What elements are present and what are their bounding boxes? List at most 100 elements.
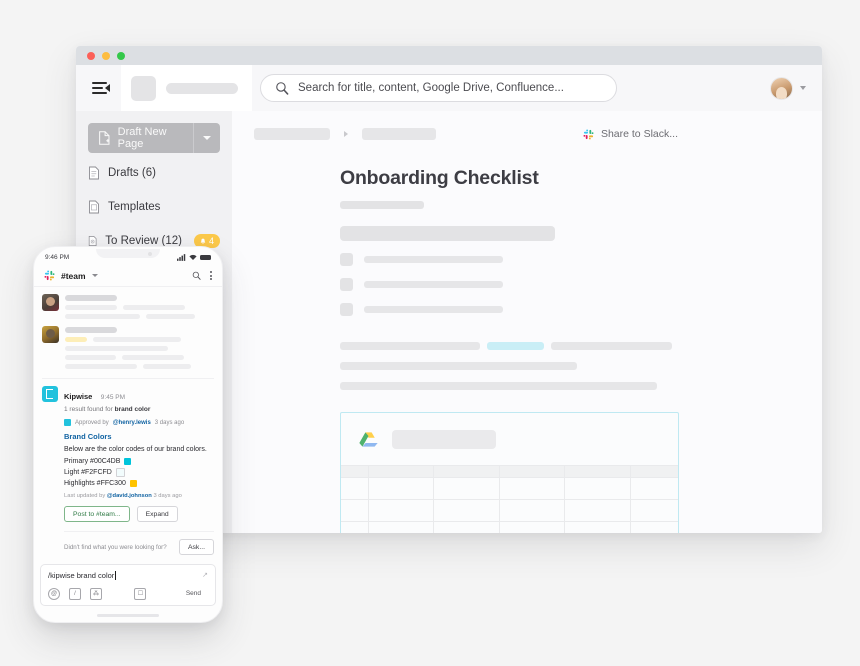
avatar[interactable] [770, 77, 793, 100]
table-header-cell [565, 466, 631, 477]
expand-icon[interactable]: ↗ [202, 571, 208, 579]
table-cell[interactable] [434, 500, 500, 521]
table-cell[interactable] [565, 522, 631, 533]
breadcrumb-item-placeholder[interactable] [254, 128, 330, 140]
search-icon [275, 81, 289, 95]
document-icon [88, 166, 100, 180]
sidebar-collapse-icon[interactable] [92, 81, 109, 95]
channel-name[interactable]: #team [61, 271, 86, 281]
bell-icon [200, 238, 206, 245]
avatar[interactable] [42, 294, 59, 311]
breadcrumb: Share to Slack... [232, 125, 822, 143]
table-row[interactable] [341, 477, 678, 499]
kebab-menu-icon[interactable] [210, 271, 212, 280]
brand-color-row: Primary #00C4DB [64, 458, 214, 465]
draft-new-page-main[interactable]: Draft New Page [88, 123, 193, 153]
mention-icon[interactable]: @ [48, 588, 60, 600]
share-to-slack-button[interactable]: Share to Slack... [583, 128, 800, 140]
text-placeholder [551, 342, 672, 350]
kipwise-header: Kipwise 9:45 PM 1 result found for brand… [42, 386, 214, 413]
spreadsheet-grid[interactable] [341, 465, 678, 533]
google-drive-embed-card[interactable] [340, 412, 679, 533]
chevron-down-icon[interactable] [92, 274, 98, 277]
draft-new-page-button[interactable]: Draft New Page [88, 123, 220, 153]
brand-color-label: Light #F2FCFD [64, 469, 112, 476]
breadcrumb-item-placeholder[interactable] [362, 128, 436, 140]
share-to-slack-label: Share to Slack... [601, 128, 678, 140]
checklist-item[interactable] [340, 253, 822, 266]
table-row[interactable] [341, 499, 678, 521]
minimize-window-button[interactable] [102, 52, 110, 60]
table-cell[interactable] [500, 522, 565, 533]
chevron-right-icon [344, 131, 348, 137]
table-cell[interactable] [341, 478, 369, 499]
approved-user[interactable]: @henry.lewis [113, 420, 151, 426]
text-placeholder [143, 364, 191, 369]
message-row [34, 287, 222, 319]
table-cell[interactable] [500, 478, 565, 499]
avatar[interactable] [42, 326, 59, 343]
composer-input[interactable]: /kipwise brand color [48, 571, 208, 580]
table-cell[interactable] [369, 478, 434, 499]
table-cell[interactable] [369, 500, 434, 521]
table-header-cell [500, 466, 565, 477]
approved-row: Approved by @henry.lewis 3 days ago [64, 419, 214, 426]
close-window-button[interactable] [87, 52, 95, 60]
table-cell[interactable] [565, 500, 631, 521]
search-input[interactable]: Search for title, content, Google Drive,… [260, 74, 617, 102]
table-cell[interactable] [341, 500, 369, 521]
color-swatch [130, 480, 137, 487]
checklist-item[interactable] [340, 278, 822, 291]
table-header-row [341, 465, 678, 477]
attachment-icon[interactable]: ⁂ [90, 588, 102, 600]
composer-toolbar: @ / ⁂ ☐ Send [48, 587, 208, 600]
ask-button[interactable]: Ask... [179, 539, 214, 555]
table-cell[interactable] [434, 478, 500, 499]
table-cell[interactable] [500, 500, 565, 521]
table-cell[interactable] [631, 500, 678, 521]
sidebar-item-templates[interactable]: Templates [76, 193, 232, 221]
checklist-item[interactable] [340, 303, 822, 316]
table-cell[interactable] [369, 522, 434, 533]
approved-suffix: 3 days ago [155, 420, 184, 426]
message-row [34, 319, 222, 369]
slack-icon [583, 129, 594, 140]
sidebar-item-drafts[interactable]: Drafts (6) [76, 159, 232, 187]
kipwise-result-body: Approved by @henry.lewis 3 days ago Bran… [64, 419, 214, 555]
checkbox[interactable] [340, 303, 353, 316]
app-logo-area[interactable] [121, 65, 252, 111]
checklist-text-placeholder [364, 256, 503, 263]
text-placeholder [65, 305, 117, 310]
camera-icon[interactable]: ☐ [134, 588, 146, 600]
table-cell[interactable] [341, 522, 369, 533]
channel-header[interactable]: #team [34, 265, 222, 287]
maximize-window-button[interactable] [117, 52, 125, 60]
message-composer[interactable]: ↗ /kipwise brand color @ / ⁂ ☐ Send [40, 564, 216, 606]
phone-notch [96, 249, 160, 258]
checkbox[interactable] [340, 278, 353, 291]
table-header-cell [631, 466, 678, 477]
result-query: brand color [115, 406, 151, 413]
account-menu[interactable] [770, 77, 806, 100]
table-row[interactable] [341, 521, 678, 533]
table-cell[interactable] [434, 522, 500, 533]
table-cell[interactable] [631, 478, 678, 499]
home-indicator [97, 614, 159, 617]
format-icon[interactable]: / [69, 588, 81, 600]
draft-new-page-dropdown[interactable] [193, 123, 220, 153]
send-button[interactable]: Send [179, 587, 208, 600]
table-cell[interactable] [631, 522, 678, 533]
cellular-signal-icon [177, 254, 186, 261]
channel-header-tools [192, 271, 212, 280]
chevron-down-icon[interactable] [800, 86, 806, 90]
checkbox[interactable] [340, 253, 353, 266]
search-icon[interactable] [192, 271, 201, 280]
last-updated-row: Last updated by @david.johnson 3 days ag… [64, 493, 214, 499]
article-title[interactable]: Brand Colors [64, 432, 214, 441]
post-to-channel-button[interactable]: Post to #team... [64, 506, 130, 522]
checklist-text-placeholder [364, 306, 503, 313]
updated-user[interactable]: @david.johnson [107, 493, 152, 499]
table-cell[interactable] [565, 478, 631, 499]
page-title: Onboarding Checklist [340, 167, 822, 190]
expand-button[interactable]: Expand [137, 506, 178, 522]
